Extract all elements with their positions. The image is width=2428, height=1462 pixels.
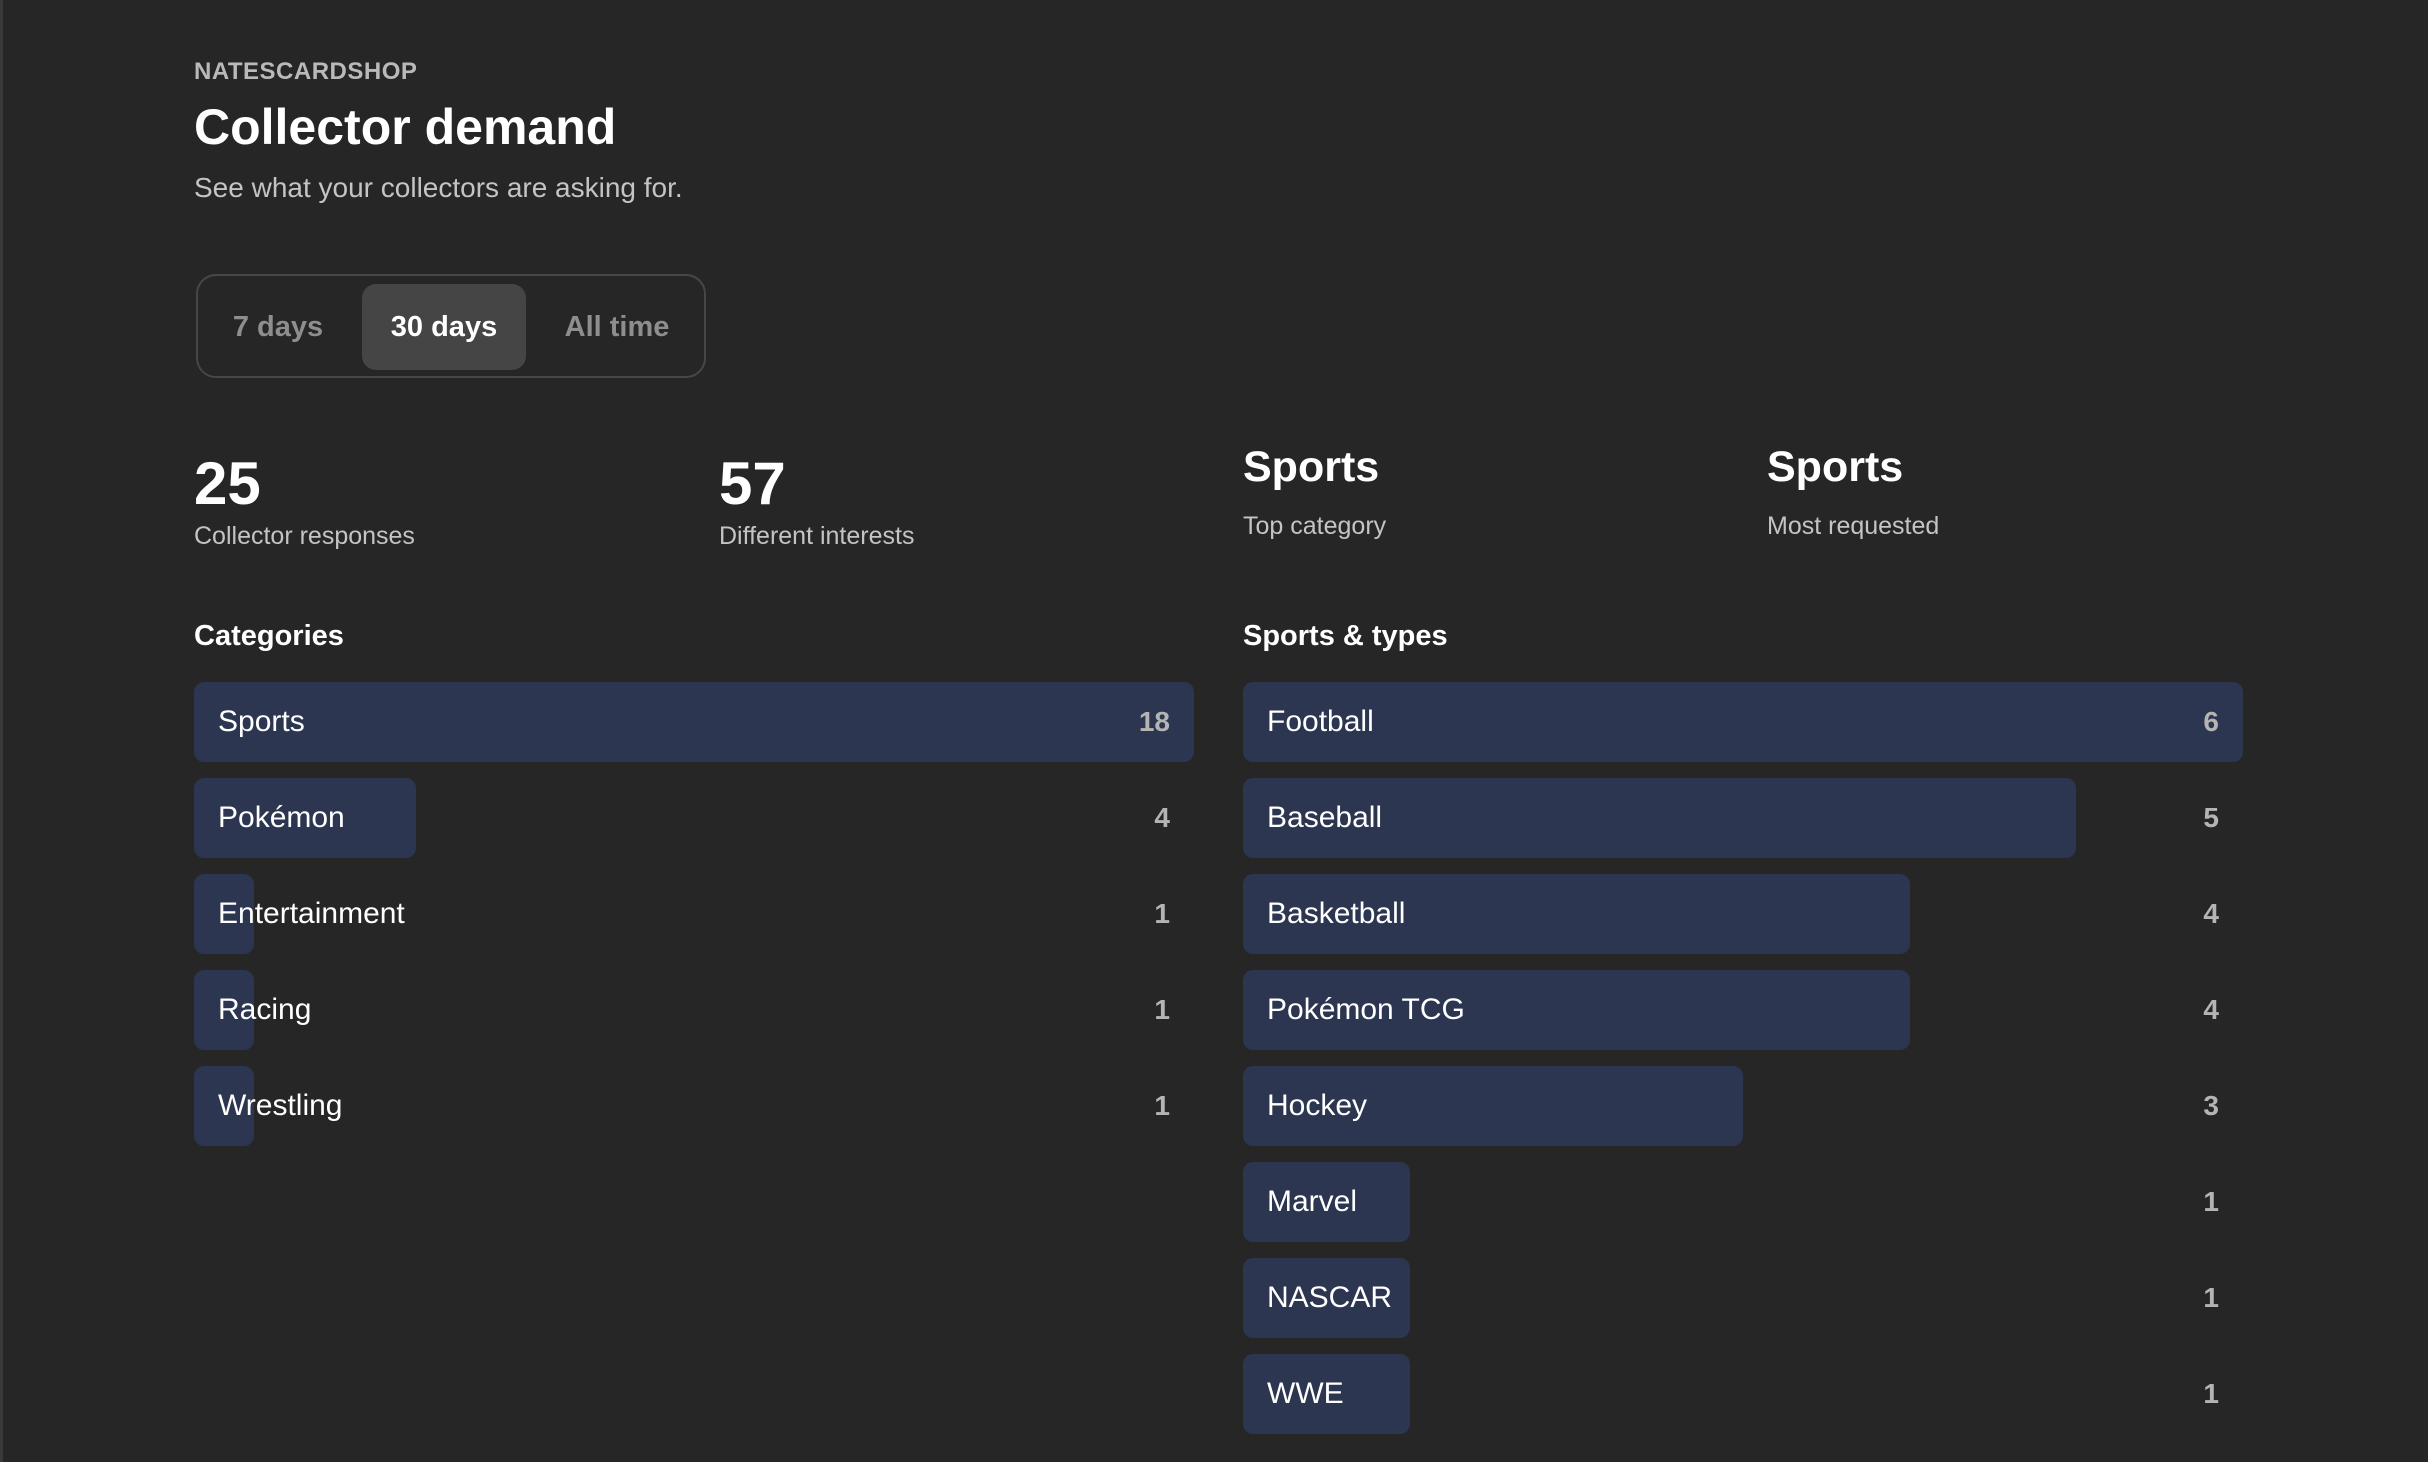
stat-most-requested: Sports Most requested <box>1767 440 2247 541</box>
bar-count: 1 <box>1154 1090 1170 1121</box>
bar-count: 1 <box>2203 1282 2219 1313</box>
bar-count: 4 <box>2203 898 2219 929</box>
stat-label: Collector responses <box>194 522 415 550</box>
stat-value: Sports <box>1767 443 1904 491</box>
page-subtitle: See what your collectors are asking for. <box>194 172 683 203</box>
bar-label: Pokémon TCG <box>1267 993 1465 1026</box>
bar-row-football: Football 6 <box>1243 682 2243 762</box>
bar-label: Football <box>1267 705 1374 738</box>
bar-label: Baseball <box>1267 801 1383 834</box>
bar-label: Hockey <box>1267 1089 1368 1122</box>
bar-label: Racing <box>218 993 312 1026</box>
bar-count: 18 <box>1138 706 1170 737</box>
bar-label: Pokémon <box>218 801 345 834</box>
bar-row-entertainment: Entertainment 1 <box>194 874 1194 954</box>
bar-row-pokemon-tcg: Pokémon TCG 4 <box>1243 970 2243 1050</box>
sports-types-heading: Sports & types <box>1243 620 1448 652</box>
stat-label: Different interests <box>719 522 915 550</box>
bar-count: 1 <box>2203 1186 2219 1217</box>
bar-count: 4 <box>1154 802 1170 833</box>
bar-count: 3 <box>2203 1090 2219 1121</box>
bar-row-marvel: Marvel 1 <box>1243 1162 2243 1242</box>
bar-count: 6 <box>2203 706 2219 737</box>
stat-value: Sports <box>1243 443 1380 491</box>
bar-label: Wrestling <box>218 1089 343 1122</box>
bar-row-racing: Racing 1 <box>194 970 1194 1050</box>
bar-label: Entertainment <box>218 897 405 930</box>
bar-count: 4 <box>2203 994 2219 1025</box>
categories-bar-list: Sports 18 Pokémon 4 Entertainment 1 Racing 1 Wre… <box>194 682 1194 1162</box>
bar-fill <box>1243 682 2243 762</box>
bar-count: 1 <box>2203 1378 2219 1409</box>
bar-label: WWE <box>1267 1377 1344 1410</box>
range-7-days-button[interactable]: 7 days <box>206 284 350 370</box>
bar-label: Marvel <box>1267 1185 1358 1218</box>
stat-collector-responses: 25 Collector responses <box>194 440 674 551</box>
bar-row-hockey: Hockey 3 <box>1243 1066 2243 1146</box>
bar-label: Sports <box>218 705 305 738</box>
categories-heading: Categories <box>194 620 344 652</box>
bar-row-wrestling: Wrestling 1 <box>194 1066 1194 1146</box>
shop-name: NATESCARDSHOP <box>194 58 418 85</box>
stat-top-category: Sports Top category <box>1243 440 1723 541</box>
sports-types-bar-list: Football 6 Baseball 5 Basketball 4 Pokémon TCG… <box>1243 682 2243 1450</box>
stat-label: Top category <box>1243 512 1387 540</box>
stat-different-interests: 57 Different interests <box>719 440 1199 551</box>
stat-value: 25 <box>194 450 261 517</box>
bar-row-wwe: WWE 1 <box>1243 1354 2243 1434</box>
bar-label: Basketball <box>1267 897 1406 930</box>
bar-label: NASCAR <box>1267 1281 1393 1314</box>
bar-row-nascar: NASCAR 1 <box>1243 1258 2243 1338</box>
bar-fill <box>194 682 1194 762</box>
page-title: Collector demand <box>194 99 617 155</box>
stat-label: Most requested <box>1767 512 1940 540</box>
range-30-days-button[interactable]: 30 days <box>362 284 526 370</box>
bar-row-sports: Sports 18 <box>194 682 1194 762</box>
bar-count: 5 <box>2203 802 2219 833</box>
time-range-toggle: 7 days 30 days All time <box>196 274 706 378</box>
stat-value: 57 <box>719 450 786 517</box>
bar-row-basketball: Basketball 4 <box>1243 874 2243 954</box>
bar-count: 1 <box>1154 994 1170 1025</box>
page: NATESCARDSHOP Collector demand See what … <box>0 0 2428 1462</box>
bar-row-baseball: Baseball 5 <box>1243 778 2243 858</box>
range-all-time-button[interactable]: All time <box>538 284 696 370</box>
bar-row-pokemon: Pokémon 4 <box>194 778 1194 858</box>
bar-count: 1 <box>1154 898 1170 929</box>
